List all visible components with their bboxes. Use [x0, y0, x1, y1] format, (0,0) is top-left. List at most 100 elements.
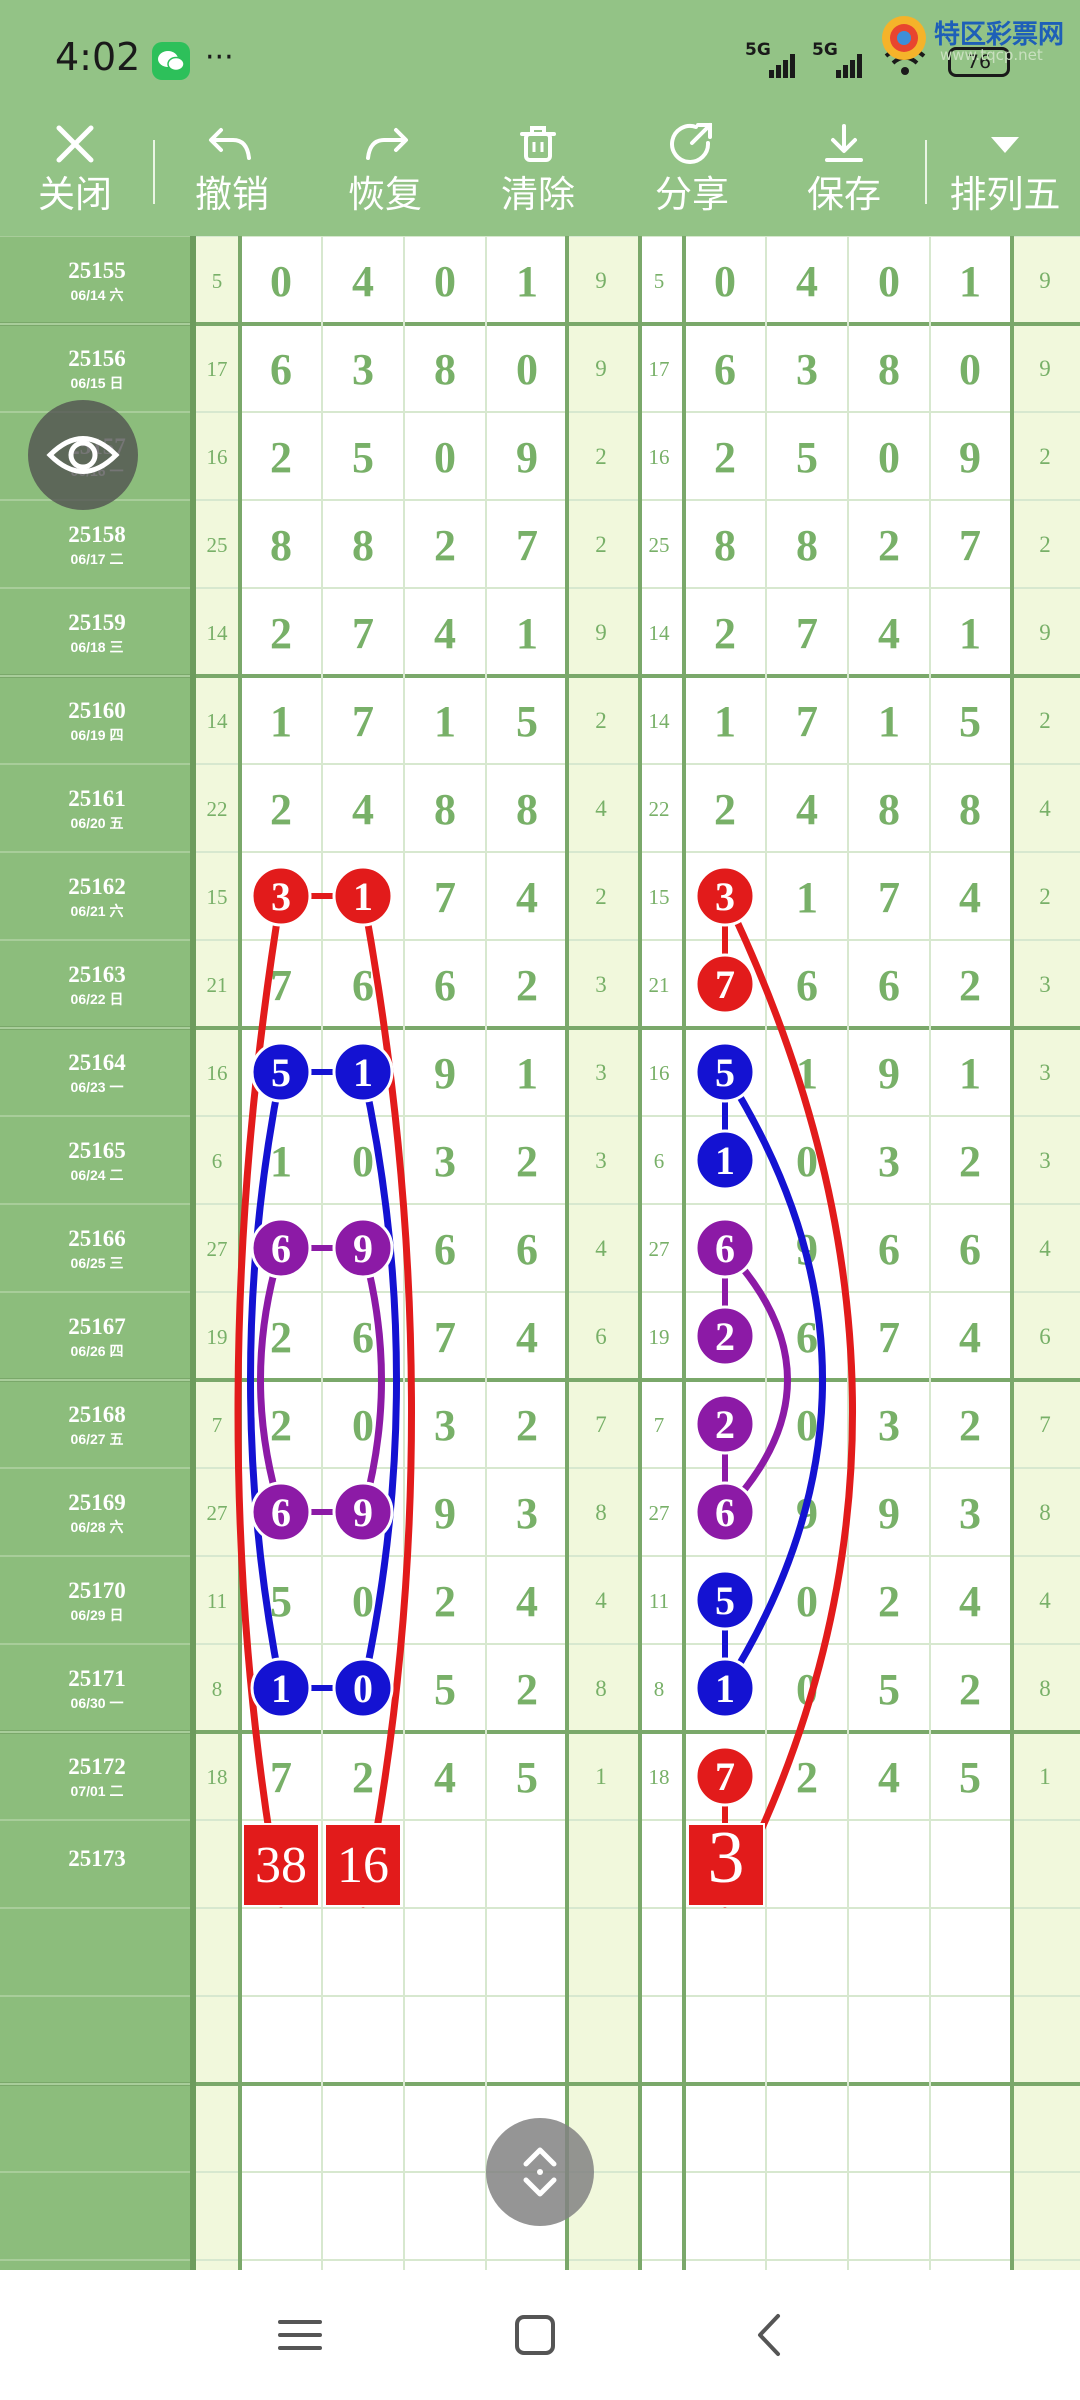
fifth-digit-right: 2 — [1039, 444, 1051, 469]
digit-cell-right: 0 — [959, 345, 981, 394]
lottery-type-dropdown[interactable]: 排列五 — [930, 110, 1080, 236]
digit-cell: 2 — [270, 609, 292, 658]
issue-date: 06/30 一 — [71, 1695, 124, 1711]
digit-cell: 2 — [270, 433, 292, 482]
marked-digit-blue-right-label: 1 — [715, 1138, 735, 1183]
fifth-digit: 3 — [595, 1060, 607, 1085]
sum-value-right: 14 — [649, 709, 671, 733]
status-bar: 4:02 ··· 5G 5G 76 特区彩票网 www.tqcp.net — [0, 0, 1080, 110]
digit-cell-right: 9 — [878, 1489, 900, 1538]
fifth-digit: 4 — [595, 796, 607, 821]
digit-cell: 1 — [516, 1049, 538, 1098]
issue-number: 25166 — [68, 1226, 126, 1251]
digit-cell: 3 — [434, 1137, 456, 1186]
digit-cell-right: 6 — [878, 1225, 900, 1274]
digit-cell-right: 8 — [796, 521, 818, 570]
fifth-digit-right: 9 — [1039, 268, 1051, 293]
digit-cell: 0 — [270, 257, 292, 306]
trash-icon — [462, 118, 614, 170]
issue-number: 25160 — [68, 698, 126, 723]
marked-digit-blue-label: 0 — [353, 1666, 373, 1711]
digit-cell-right: 2 — [714, 785, 736, 834]
digit-cell-right: 7 — [796, 697, 818, 746]
fifth-digit-right: 3 — [1039, 1148, 1051, 1173]
menu-nav-button[interactable] — [270, 2310, 330, 2360]
marked-digit-purple-label: 9 — [353, 1226, 373, 1271]
sum-value: 18 — [207, 1765, 228, 1789]
digit-cell: 5 — [352, 433, 374, 482]
wechat-icon — [152, 42, 190, 80]
marked-digit-purple-right-label: 2 — [715, 1402, 735, 1447]
toolbar-divider-2 — [925, 140, 927, 204]
issue-number: 25170 — [68, 1578, 126, 1603]
sum-value-right: 11 — [649, 1589, 669, 1613]
share-icon — [616, 118, 768, 170]
fifth-digit: 2 — [595, 708, 607, 733]
issue-date: 06/14 六 — [71, 287, 124, 303]
draw-history-grid[interactable]: 25155 06/14 六 5 5 0 0 4 4 0 0 1 1 9 9 25156 06/15 日 17 17… — [0, 236, 1080, 2270]
back-nav-button[interactable] — [740, 2310, 800, 2360]
close-button[interactable]: 关闭 — [0, 110, 150, 236]
more-dots-icon: ··· — [205, 40, 234, 75]
sum-value: 8 — [212, 1677, 223, 1701]
digit-cell: 5 — [270, 1577, 292, 1626]
digit-cell-right: 1 — [714, 697, 736, 746]
digit-cell-right: 7 — [878, 873, 900, 922]
system-navigation-bar — [0, 2270, 1080, 2400]
marked-digit-blue-label: 1 — [271, 1666, 291, 1711]
digit-cell: 7 — [434, 1313, 456, 1362]
dropdown-triangle-icon — [930, 118, 1080, 170]
issue-date: 06/18 三 — [71, 639, 124, 655]
sum-value-right: 15 — [649, 885, 670, 909]
marked-digit-blue-label: 5 — [271, 1050, 291, 1095]
close-label: 关闭 — [38, 173, 112, 216]
share-button[interactable]: 分享 — [616, 110, 768, 236]
home-nav-button[interactable] — [505, 2310, 565, 2360]
sum-value: 27 — [207, 1237, 228, 1261]
digit-cell: 6 — [516, 1225, 538, 1274]
redo-button[interactable]: 恢复 — [310, 110, 460, 236]
digit-cell: 7 — [352, 609, 374, 658]
fifth-digit-right: 7 — [1039, 1412, 1051, 1437]
share-label: 分享 — [655, 173, 729, 216]
watermark-logo: 特区彩票网 www.tqcp.net — [878, 8, 1078, 72]
fifth-digit: 4 — [595, 1236, 607, 1261]
digit-cell: 1 — [270, 697, 292, 746]
marked-digit-blue-right-label: 5 — [715, 1578, 735, 1623]
fifth-digit-right: 4 — [1039, 1588, 1051, 1613]
grid-canvas: 2515506/14 六5 50 04 40 01 19 92515606/15 日17 17… — [0, 236, 1080, 2270]
digit-cell-right: 0 — [714, 257, 736, 306]
sum-value: 7 — [212, 1413, 223, 1437]
clear-label: 清除 — [501, 173, 575, 216]
digit-cell-right: 8 — [959, 785, 981, 834]
digit-cell: 0 — [352, 1577, 374, 1626]
digit-cell-right: 9 — [959, 433, 981, 482]
sum-value-right: 22 — [649, 797, 670, 821]
signal-5g-icon: 5G — [745, 40, 805, 80]
digit-cell: 2 — [434, 521, 456, 570]
undo-button[interactable]: 撤销 — [158, 110, 306, 236]
digit-cell: 4 — [516, 1313, 538, 1362]
digit-cell-right: 7 — [878, 1313, 900, 1362]
save-button[interactable]: 保存 — [768, 110, 920, 236]
digit-cell-right: 8 — [878, 345, 900, 394]
scroll-expand-button[interactable] — [486, 2118, 594, 2226]
digit-cell: 2 — [516, 1665, 538, 1714]
marked-digit-red-label: 1 — [353, 874, 373, 919]
digit-cell: 6 — [434, 961, 456, 1010]
clear-button[interactable]: 清除 — [462, 110, 614, 236]
visibility-toggle-button[interactable] — [28, 400, 138, 510]
fifth-digit-right: 9 — [1039, 356, 1051, 381]
digit-cell: 4 — [516, 1577, 538, 1626]
fifth-digit: 8 — [595, 1676, 607, 1701]
digit-cell: 6 — [352, 1313, 374, 1362]
digit-cell-right: 3 — [796, 345, 818, 394]
digit-cell: 4 — [352, 785, 374, 834]
digit-cell-right: 1 — [959, 609, 981, 658]
issue-number: 25155 — [68, 258, 126, 283]
menu-icon — [278, 2320, 322, 2350]
digit-cell: 2 — [270, 785, 292, 834]
digit-cell-right: 6 — [796, 1313, 818, 1362]
fifth-digit: 2 — [595, 444, 607, 469]
prediction-box-right-label: 3 — [708, 1817, 745, 1899]
